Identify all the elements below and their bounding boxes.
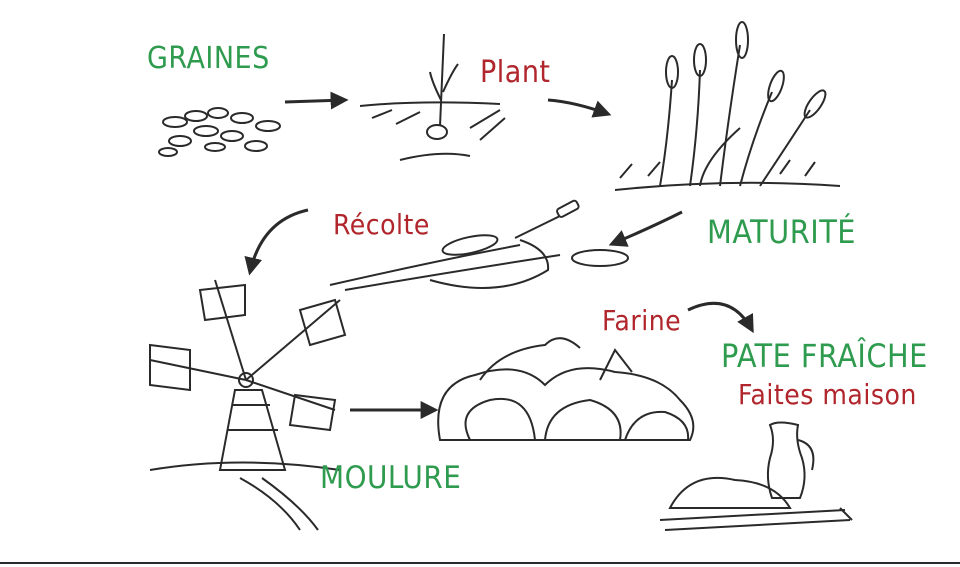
flour-sacks-icon — [437, 337, 695, 441]
label-farine: Farine — [602, 304, 682, 337]
arrow-recolte-to-moulure — [244, 208, 309, 276]
label-plant: Plant — [480, 55, 551, 90]
arrow-maturite-to-recolte — [608, 210, 683, 247]
seeds-icon — [158, 107, 281, 157]
arrow-graines-to-plant — [284, 91, 349, 110]
bottom-divider — [0, 562, 960, 564]
arrows — [244, 91, 754, 419]
label-graines: GRAINES — [147, 41, 270, 76]
label-moulure: MOULURE — [320, 460, 462, 496]
arrow-plant-to-maturite — [547, 98, 612, 118]
label-recolte: Récolte — [333, 208, 430, 241]
windmill-icon — [149, 279, 347, 531]
label-maturite: MATURITÉ — [707, 213, 856, 251]
wheat-field-icon — [614, 21, 841, 191]
label-pate-fraiche: PATE FRAÎCHE — [721, 337, 928, 375]
sprout-icon — [359, 33, 506, 161]
arrow-farine-to-pate — [687, 301, 754, 334]
label-faites-maison: Faites maison — [738, 378, 917, 411]
